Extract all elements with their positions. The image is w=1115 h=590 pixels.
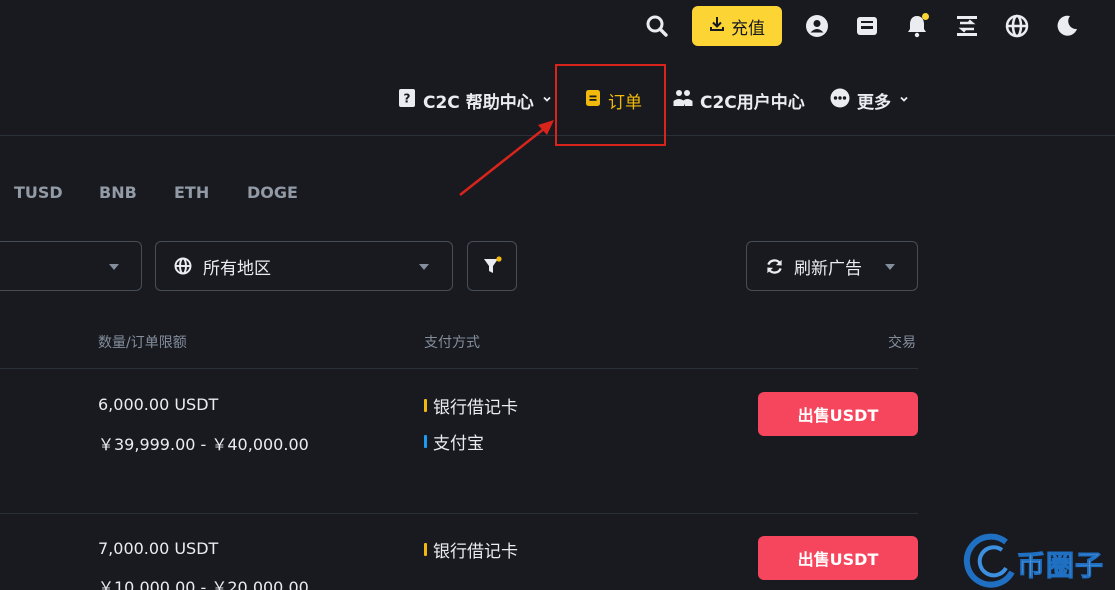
coin-tab-bnb[interactable]: BNB	[99, 183, 137, 202]
column-header-amount: 数量/订单限额	[98, 335, 187, 351]
table-row-divider	[0, 513, 918, 514]
download-icon	[709, 16, 725, 37]
help-book-icon: ?	[398, 88, 416, 113]
caret-down-icon	[419, 264, 429, 270]
payment-color-bar	[424, 543, 427, 556]
coin-tab-eth[interactable]: ETH	[174, 183, 209, 202]
nav-help-label: C2C 帮助中心	[423, 92, 534, 113]
watermark-text: 币圈子	[1016, 549, 1105, 583]
notification-dot	[922, 13, 929, 20]
top-bar: 充值	[0, 0, 1115, 52]
watermark: 币圈子	[962, 530, 1115, 590]
chevron-down-icon	[541, 90, 553, 110]
row-quantity: 6,000.00 USDT	[98, 395, 219, 414]
user-icon[interactable]	[804, 13, 830, 39]
transfer-icon[interactable]	[954, 13, 980, 39]
payment-method-name: 银行借记卡	[433, 542, 518, 562]
refresh-ads-label: 刷新广告	[794, 259, 862, 279]
bell-icon[interactable]	[904, 13, 930, 39]
sell-usdt-button[interactable]: 出售USDT	[758, 392, 918, 436]
filter-funnel-icon	[482, 256, 502, 276]
nav-user-center[interactable]: C2C用户中心	[673, 88, 805, 113]
region-filter-label: 所有地区	[203, 259, 271, 279]
globe-icon	[174, 257, 192, 279]
caret-down-icon	[885, 264, 895, 270]
more-dots-icon	[830, 88, 850, 113]
payment-filter-dropdown[interactable]	[0, 241, 142, 291]
nav-help-center[interactable]: ? C2C 帮助中心	[398, 88, 553, 113]
payment-method-tag: 银行借记卡	[424, 393, 518, 418]
column-header-trade: 交易	[888, 335, 916, 351]
table-divider	[0, 368, 918, 369]
payment-color-bar	[424, 399, 427, 412]
globe-icon[interactable]	[1004, 13, 1030, 39]
row-limit: ￥39,999.00 - ￥40,000.00	[98, 435, 309, 454]
nav-more-label: 更多	[857, 92, 891, 113]
wallet-icon[interactable]	[854, 13, 880, 39]
chevron-down-icon	[898, 90, 910, 110]
nav-user-center-label: C2C用户中心	[700, 92, 805, 113]
column-header-payment: 支付方式	[424, 335, 480, 351]
refresh-icon	[765, 257, 784, 280]
svg-text:?: ?	[404, 91, 411, 105]
nav-more[interactable]: 更多	[830, 88, 910, 113]
row-quantity: 7,000.00 USDT	[98, 539, 219, 558]
payment-method-name: 银行借记卡	[433, 398, 518, 418]
payment-color-bar	[424, 435, 427, 448]
search-icon[interactable]	[644, 13, 670, 39]
advanced-filter-button[interactable]	[467, 241, 517, 291]
watermark-logo-icon	[962, 532, 1020, 590]
row-limit: ￥10,000.00 - ￥20,000.00	[98, 578, 309, 590]
caret-down-icon	[109, 264, 119, 270]
deposit-label: 充值	[731, 18, 765, 39]
annotation-highlight-box	[555, 64, 666, 146]
sell-usdt-button[interactable]: 出售USDT	[758, 536, 918, 580]
users-icon	[673, 89, 693, 112]
payment-method-tag: 支付宝	[424, 429, 484, 454]
coin-tab-doge[interactable]: DOGE	[247, 183, 298, 202]
refresh-ads-button[interactable]: 刷新广告	[746, 241, 918, 291]
moon-icon[interactable]	[1054, 13, 1080, 39]
payment-method-tag: 银行借记卡	[424, 537, 518, 562]
payment-method-name: 支付宝	[433, 434, 484, 454]
region-filter-dropdown[interactable]: 所有地区	[155, 241, 453, 291]
coin-tab-tusd[interactable]: TUSD	[14, 183, 63, 202]
deposit-button[interactable]: 充值	[692, 6, 782, 46]
